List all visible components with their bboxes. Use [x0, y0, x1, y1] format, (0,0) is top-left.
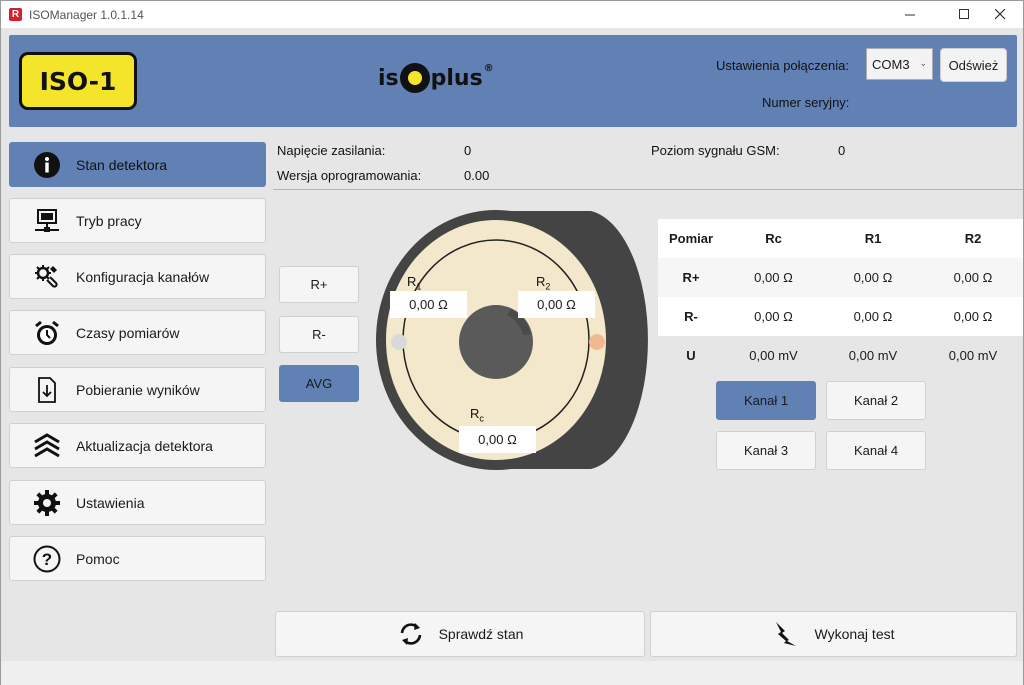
sidebar-item-help[interactable]: ? Pomoc	[9, 536, 266, 581]
r2-label: R2	[536, 274, 551, 292]
com-port-value: COM3	[872, 56, 910, 72]
minimize-button[interactable]	[887, 1, 933, 28]
app-window: R ISOManager 1.0.1.14 ISO-1 is plus ® Us…	[0, 0, 1024, 685]
right-sensor-dot	[589, 334, 605, 350]
r1-label: R1	[407, 274, 422, 292]
divider	[273, 189, 1023, 190]
measurement-table: Pomiar Rc R1 R2 R+ 0,00 Ω 0,00 Ω 0,00 Ω …	[658, 219, 1023, 375]
computer-network-icon	[32, 206, 62, 236]
supply-voltage-label: Napięcie zasilania:	[277, 143, 386, 158]
sidebar-item-label: Ustawienia	[76, 494, 145, 511]
update-chevrons-icon	[32, 431, 62, 461]
header-cell: Rc	[765, 231, 782, 246]
minimize-icon	[904, 14, 915, 16]
table-cell: 0,00 Ω	[853, 270, 893, 285]
sidebar-item-download-results[interactable]: Pobieranie wyników	[9, 367, 266, 412]
row-label: R-	[684, 309, 698, 324]
brand-left: is	[378, 65, 399, 91]
info-icon	[32, 150, 62, 180]
com-port-select[interactable]: COM3 ⌄	[866, 48, 933, 80]
channel-2-button[interactable]: Kanał 2	[826, 381, 926, 420]
connection-settings-label: Ustawienia połączenia:	[716, 58, 849, 73]
close-button[interactable]	[977, 1, 1023, 28]
refresh-icon	[397, 621, 425, 647]
brand-dot-icon	[399, 63, 430, 93]
table-row: R+ 0,00 Ω 0,00 Ω 0,00 Ω	[658, 258, 1023, 297]
sidebar-item-label: Konfiguracja kanałów	[76, 268, 210, 285]
row-label: U	[686, 348, 696, 363]
iso-logo: ISO-1	[19, 52, 137, 110]
sidebar-item-detector-update[interactable]: Aktualizacja detektora	[9, 423, 266, 468]
serial-number-label: Numer seryjny:	[762, 95, 850, 110]
supply-voltage-value: 0	[464, 143, 472, 158]
r-plus-button[interactable]: R+	[279, 266, 359, 303]
title-bar: R ISOManager 1.0.1.14	[1, 1, 1023, 28]
pipe-diagram: R1 0,00 Ω R2 0,00 Ω Rc 0,00 Ω	[371, 209, 661, 474]
channel-1-button[interactable]: Kanał 1	[716, 381, 816, 420]
maximize-icon	[958, 9, 969, 19]
gear-icon	[32, 488, 62, 518]
channel-4-button[interactable]: Kanał 4	[826, 431, 926, 470]
table-cell: 0,00 mV	[948, 348, 998, 363]
header-cell: R2	[964, 231, 982, 246]
rc-label: Rc	[470, 406, 484, 424]
sidebar-item-settings[interactable]: Ustawienia	[9, 480, 266, 525]
brand-registered: ®	[483, 62, 494, 74]
check-status-button[interactable]: Sprawdź stan	[275, 611, 645, 657]
sidebar-item-measurement-times[interactable]: Czasy pomiarów	[9, 310, 266, 355]
header-cell: Pomiar	[668, 231, 714, 246]
sidebar-item-detector-status[interactable]: Stan detektora	[9, 142, 266, 187]
sidebar-item-label: Stan detektora	[76, 156, 168, 173]
software-version-value: 0.00	[464, 168, 490, 183]
chevron-down-icon: ⌄	[919, 58, 927, 68]
run-test-label: Wykonaj test	[814, 626, 895, 642]
sidebar-item-label: Czasy pomiarów	[76, 324, 180, 341]
r-minus-button[interactable]: R-	[279, 316, 359, 353]
table-header-row: Pomiar Rc R1 R2	[658, 219, 1023, 258]
sidebar-item-channel-config[interactable]: Konfiguracja kanałów	[9, 254, 266, 299]
table-cell: 0,00 mV	[749, 348, 798, 363]
svg-text:?: ?	[42, 550, 52, 569]
window-title: ISOManager 1.0.1.14	[29, 7, 144, 22]
table-row: U 0,00 mV 0,00 mV 0,00 mV	[658, 336, 1023, 375]
table-cell: 0,00 Ω	[953, 309, 993, 324]
check-status-label: Sprawdź stan	[438, 626, 524, 642]
left-sensor-dot	[391, 334, 407, 350]
alarm-clock-icon	[32, 318, 62, 348]
close-icon	[994, 9, 1005, 20]
channel-3-button[interactable]: Kanał 3	[716, 431, 816, 470]
gsm-signal-value: 0	[838, 143, 846, 158]
lightning-icon	[772, 621, 800, 647]
rc-value: 0,00 Ω	[459, 426, 536, 453]
software-version-label: Wersja oprogramowania:	[277, 168, 422, 183]
header-bar: ISO-1 is plus ® Ustawienia połączenia: C…	[9, 35, 1017, 127]
sidebar-item-label: Pomoc	[76, 550, 120, 567]
gsm-signal-label: Poziom sygnału GSM:	[651, 143, 780, 158]
brand-right: plus	[430, 65, 483, 91]
header-cell: R1	[864, 231, 882, 246]
refresh-button[interactable]: Odśwież	[940, 48, 1007, 82]
download-file-icon	[32, 375, 62, 405]
r1-value: 0,00 Ω	[390, 291, 467, 318]
table-cell: 0,00 Ω	[754, 309, 793, 324]
row-label: R+	[682, 270, 700, 285]
status-strip	[1, 661, 1023, 685]
sidebar-item-label: Pobieranie wyników	[76, 381, 200, 398]
table-cell: 0,00 mV	[848, 348, 898, 363]
table-cell: 0,00 Ω	[754, 270, 793, 285]
sidebar-item-label: Aktualizacja detektora	[76, 437, 213, 454]
table-cell: 0,00 Ω	[853, 309, 893, 324]
r2-value: 0,00 Ω	[518, 291, 595, 318]
help-icon: ?	[32, 544, 62, 574]
sidebar-item-operating-mode[interactable]: Tryb pracy	[9, 198, 266, 243]
app-icon: R	[9, 8, 22, 21]
avg-button[interactable]: AVG	[279, 365, 359, 402]
isoplus-logo: is plus ®	[378, 63, 494, 93]
sidebar-item-label: Tryb pracy	[76, 212, 142, 229]
table-row: R- 0,00 Ω 0,00 Ω 0,00 Ω	[658, 297, 1023, 336]
run-test-button[interactable]: Wykonaj test	[650, 611, 1017, 657]
table-cell: 0,00 Ω	[953, 270, 993, 285]
channel-config-icon	[32, 262, 62, 292]
